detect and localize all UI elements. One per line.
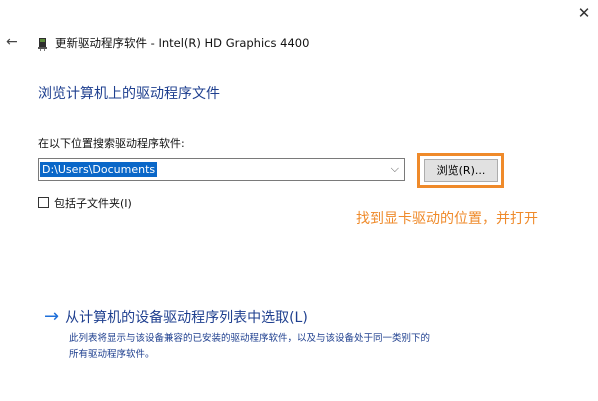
chevron-down-icon[interactable]: ⌵ — [391, 162, 399, 176]
pick-description-line1: 此列表将显示与该设备兼容的已安装的驱动程序软件，以及与该设备处于同一类别下的 — [69, 333, 431, 344]
back-button[interactable]: ← — [6, 34, 22, 50]
include-subfolders-label[interactable]: 包括子文件夹(I) — [54, 195, 132, 211]
back-arrow-icon[interactable]: ← — [6, 34, 18, 50]
arrow-right-icon[interactable]: → — [44, 306, 59, 327]
pick-description-line2: 所有驱动程序软件。 — [69, 349, 155, 360]
annotation-text: 找到显卡驱动的位置，并打开 — [356, 211, 538, 227]
close-button[interactable]: ✕ — [574, 4, 594, 22]
search-location-label: 在以下位置搜索驱动程序软件: — [38, 137, 185, 150]
close-icon[interactable]: ✕ — [578, 4, 591, 22]
browse-button[interactable]: 浏览(R)... — [424, 159, 498, 182]
include-subfolders-checkbox[interactable] — [38, 197, 49, 208]
pick-from-list-label[interactable]: 从计算机的设备驱动程序列表中选取(L) — [65, 310, 308, 326]
graphics-card-icon — [38, 36, 47, 51]
pick-from-list-link[interactable]: → 从计算机的设备驱动程序列表中选取(L) — [44, 306, 308, 327]
page-heading: 浏览计算机上的驱动程序文件 — [38, 86, 220, 102]
window-title: 更新驱动程序软件 - Intel(R) HD Graphics 4400 — [55, 36, 310, 50]
path-combobox[interactable]: D:\Users\Documents ⌵ — [38, 158, 405, 181]
path-input-value[interactable]: D:\Users\Documents — [40, 162, 158, 177]
